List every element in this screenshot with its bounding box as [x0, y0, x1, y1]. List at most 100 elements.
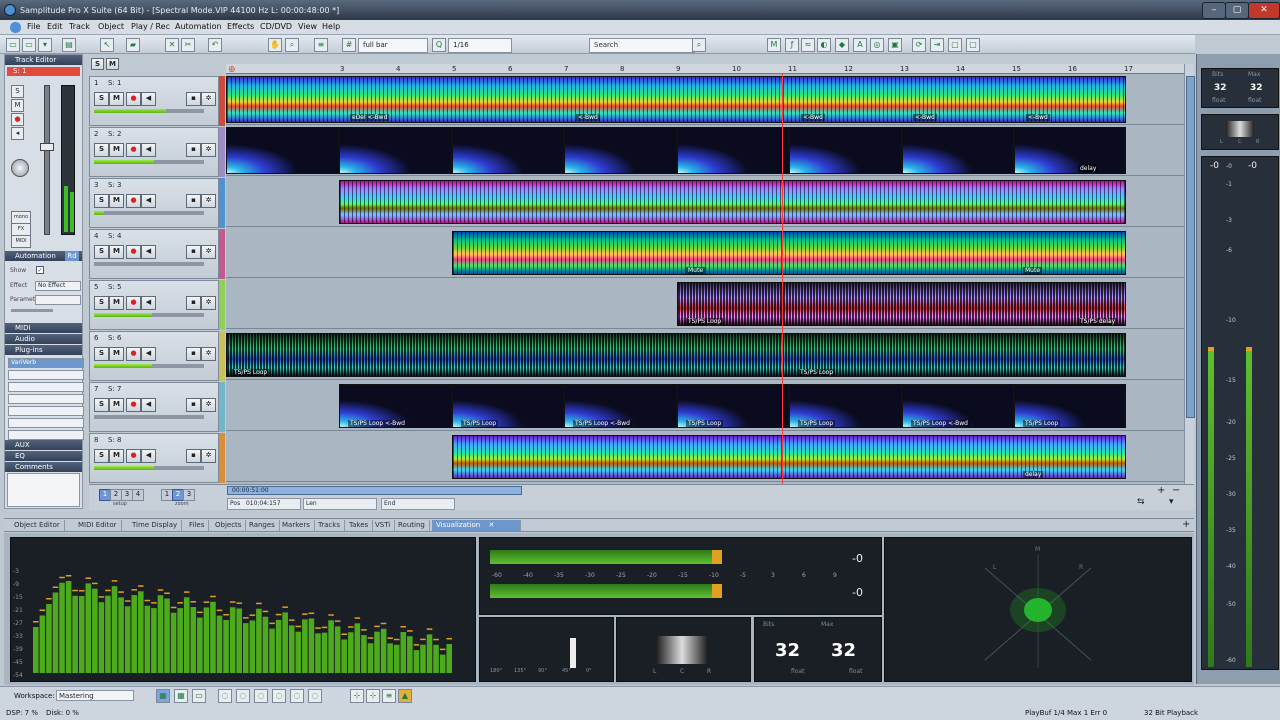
transport-icon[interactable]: ◌ — [308, 689, 322, 703]
audio-object[interactable] — [339, 127, 452, 174]
current-track-label[interactable]: S: 1 — [7, 67, 80, 76]
plugin-slot-6[interactable] — [8, 418, 84, 428]
parameter-slider[interactable] — [11, 309, 53, 312]
track-header-3[interactable]: 3 S: 3 S M ● ◀ ▪ ✲ — [89, 178, 219, 228]
global-solo-button[interactable]: S — [91, 58, 104, 70]
track-name[interactable]: S: 1 — [108, 79, 121, 87]
track-record-button[interactable]: ● — [126, 92, 141, 106]
track-record-button[interactable]: ● — [126, 143, 141, 157]
audio-section[interactable]: Audio — [5, 334, 82, 344]
fit-icon[interactable]: ⇆ — [1137, 497, 1145, 507]
loop-icon[interactable]: ⟳ — [912, 38, 926, 52]
zoom-out-icon[interactable]: − — [1172, 485, 1180, 496]
marker-icon[interactable]: ◆ — [835, 38, 849, 52]
track-solo-button[interactable]: S — [94, 296, 109, 310]
lock-icon[interactable]: ▪ — [186, 245, 201, 259]
tab-files[interactable]: Files — [185, 520, 210, 531]
track-name[interactable]: S: 4 — [108, 232, 121, 240]
tab-midi-editor[interactable]: MIDI Editor — [74, 520, 122, 531]
audio-object[interactable] — [226, 127, 339, 174]
grid-view-icon[interactable]: ▦ — [174, 689, 188, 703]
track-name[interactable]: S: 8 — [108, 436, 121, 444]
close-button[interactable]: ✕ — [1248, 2, 1280, 19]
scissors-icon[interactable]: ✂ — [181, 38, 195, 52]
lock-icon[interactable]: ▪ — [186, 296, 201, 310]
audio-object[interactable] — [339, 180, 1126, 224]
track-lane-1[interactable]: eDel <-Bwd <-Bwd <-Bwd <-Bwd <-Bwd — [226, 74, 1184, 125]
zoom-in-icon[interactable]: + — [1157, 485, 1165, 496]
horizontal-scrollbar[interactable]: 00:00:51:00 — [227, 486, 522, 495]
tool-icon[interactable]: ⊹ — [350, 689, 364, 703]
close-tab-icon[interactable]: ✕ — [488, 521, 494, 529]
tab-objects[interactable]: Objects — [211, 520, 247, 531]
track-record-button[interactable]: ● — [126, 398, 141, 412]
quantize-icon[interactable]: Q — [432, 38, 446, 52]
cd-icon[interactable]: ◎ — [870, 38, 884, 52]
track-header-1[interactable]: 1 S: 1 S M ● ◀ ▪ ✲ — [89, 76, 219, 126]
track-name[interactable]: S: 7 — [108, 385, 121, 393]
global-mute-button[interactable]: M — [106, 58, 119, 70]
track-header-5[interactable]: 5 S: 5 S M ● ◀ ▪ ✲ — [89, 280, 219, 330]
track-record-button[interactable]: ● — [126, 347, 141, 361]
track-solo-button[interactable]: S — [94, 194, 109, 208]
maximize-button[interactable]: ▢ — [1225, 2, 1249, 19]
audio-object[interactable] — [677, 127, 789, 174]
lock-icon[interactable]: ▪ — [186, 92, 201, 106]
track-lane-2[interactable]: delay — [226, 125, 1184, 176]
hand-tool-icon[interactable]: ✋ — [268, 38, 282, 52]
track-lane-6[interactable]: TS/PS Loop TS/PS Loop — [226, 329, 1184, 380]
gear-icon[interactable]: ✲ — [201, 449, 216, 463]
tab-routing[interactable]: Routing — [394, 520, 430, 531]
new-project-icon[interactable]: ▭ — [6, 38, 20, 52]
grid-icon[interactable]: # — [342, 38, 356, 52]
transport-icon[interactable]: ◌ — [272, 689, 286, 703]
export-icon[interactable]: ▤ — [62, 38, 76, 52]
undo-icon[interactable]: ↶ — [208, 38, 222, 52]
doc-icon[interactable] — [10, 22, 21, 33]
list-icon[interactable]: ≡ — [382, 689, 396, 703]
app-icon[interactable] — [4, 4, 16, 16]
track-mute-button[interactable]: M — [109, 296, 124, 310]
open-icon[interactable]: ▭ — [22, 38, 36, 52]
pointer-tool-icon[interactable]: ↖ — [100, 38, 114, 52]
timeline-ruler[interactable]: ⊕ 3 4 5 6 7 8 9 10 11 12 13 14 15 16 17 — [226, 64, 1184, 75]
search-icon[interactable]: ⌕ — [692, 38, 706, 52]
scroll-thumb[interactable] — [1186, 76, 1195, 418]
track-volume-fader[interactable] — [94, 313, 204, 317]
punch-icon[interactable]: ⇥ — [930, 38, 944, 52]
view-icon[interactable]: ▢ — [966, 38, 980, 52]
window-icon[interactable]: ▢ — [948, 38, 962, 52]
track-mute-button[interactable]: M — [109, 92, 124, 106]
track-header-4[interactable]: 4 S: 4 S M ● ◀ ▪ ✲ — [89, 229, 219, 279]
track-header-7[interactable]: 7 S: 7 S M ● ◀ ▪ ✲ — [89, 382, 219, 432]
track-header-6[interactable]: 6 S: 6 S M ● ◀ ▪ ✲ — [89, 331, 219, 381]
plugin-slot-1[interactable]: VariVerb — [8, 358, 84, 368]
track-header-2[interactable]: 2 S: 2 S M ● ◀ ▪ ✲ — [89, 127, 219, 177]
track-editor-header[interactable]: Track Editor — [5, 55, 82, 65]
minimize-button[interactable]: – — [1202, 2, 1226, 19]
menu-automation[interactable]: Automation — [175, 22, 222, 31]
speaker-icon[interactable]: ◀ — [141, 92, 156, 106]
cut-icon[interactable]: ✕ — [165, 38, 179, 52]
track-name[interactable]: S: 3 — [108, 181, 121, 189]
add-tab-icon[interactable]: + — [1182, 519, 1190, 530]
grid-select[interactable]: full bar — [358, 38, 428, 53]
track-lane-5[interactable]: TS/PS Loop TS/PS delay — [226, 278, 1184, 329]
comments-section[interactable]: Comments — [5, 462, 82, 472]
track-record-button[interactable]: ● — [126, 194, 141, 208]
menu-file[interactable]: File — [27, 22, 40, 31]
audio-object[interactable] — [902, 127, 1014, 174]
tab-object-editor[interactable]: Object Editor — [10, 520, 65, 531]
gear-icon[interactable]: ✲ — [201, 245, 216, 259]
gear-icon[interactable]: ✲ — [201, 194, 216, 208]
audio-object[interactable] — [452, 127, 564, 174]
tool-icon[interactable]: ⊹ — [366, 689, 380, 703]
speaker-icon[interactable]: ◀ — [141, 245, 156, 259]
menu-cd-dvd[interactable]: CD/DVD — [260, 22, 292, 31]
plugin-slot-2[interactable] — [8, 370, 84, 380]
menu-edit[interactable]: Edit — [47, 22, 63, 31]
track-lane-3[interactable] — [226, 176, 1184, 227]
transport-icon[interactable]: ◌ — [236, 689, 250, 703]
track-header-8[interactable]: 8 S: 8 S M ● ◀ ▪ ✲ — [89, 433, 219, 483]
parameter-select[interactable] — [35, 295, 81, 305]
